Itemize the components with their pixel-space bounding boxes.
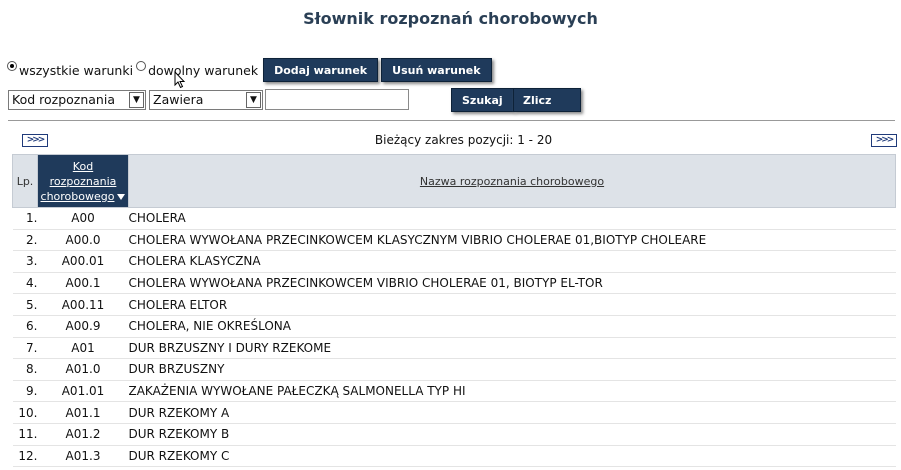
row-name: CHOLERA xyxy=(128,207,896,230)
row-lp: 7. xyxy=(12,337,38,360)
row-lp: 12. xyxy=(12,445,38,468)
table-row[interactable]: 8. A01.0 DUR BRZUSZNY xyxy=(12,358,896,381)
table-row[interactable]: 12. A01.3 DUR RZEKOMY C xyxy=(12,445,896,468)
row-name: CHOLERA WYWOŁANA PRZECINKOWCEM VIBRIO CH… xyxy=(128,272,896,295)
row-name: ZAKAŻENIA WYWOŁANE PAŁECZKĄ SALMONELLA T… xyxy=(128,380,896,403)
row-name: CHOLERA ELTOR xyxy=(128,293,896,316)
table-row[interactable]: 9. A01.01 ZAKAŻENIA WYWOŁANE PAŁECZKĄ SALM… xyxy=(12,380,896,403)
row-lp: 6. xyxy=(12,315,38,338)
row-lp: 2. xyxy=(12,229,38,252)
row-lp: 9. xyxy=(12,380,38,403)
row-lp: 11. xyxy=(12,423,38,446)
row-name: CHOLERA WYWOŁANA PRZECINKOWCEM KLASYCZNY… xyxy=(128,229,896,252)
table-row[interactable]: 3. A00.01 CHOLERA KLASYCZNA xyxy=(12,250,896,273)
mouse-cursor-icon xyxy=(174,71,186,89)
table-row[interactable]: 11. A01.2 DUR RZEKOMY B xyxy=(12,423,896,446)
table-row[interactable]: 4. A00.1 CHOLERA WYWOŁANA PRZECINKOWCEM VI… xyxy=(12,272,896,295)
kod-header-line3[interactable]: chorobowego xyxy=(41,190,115,203)
table-row[interactable]: 5. A00.11 CHOLERA ELTOR xyxy=(12,293,896,316)
row-kod: A00.1 xyxy=(37,272,129,295)
add-condition-button[interactable]: Dodaj warunek xyxy=(263,58,379,82)
row-kod: A01.01 xyxy=(37,380,129,403)
row-kod: A00.01 xyxy=(37,250,129,273)
radio-any-condition[interactable] xyxy=(136,61,147,71)
column-header-kod[interactable]: Kod rozpoznania chorobowego xyxy=(37,154,129,208)
row-lp: 8. xyxy=(12,358,38,381)
row-kod: A01.2 xyxy=(37,423,129,446)
row-name: CHOLERA KLASYCZNA xyxy=(128,250,896,273)
field-select[interactable]: Kod rozpoznania ▼ xyxy=(8,90,146,110)
pager-next-button[interactable]: >>> xyxy=(871,134,897,147)
row-lp: 5. xyxy=(12,293,38,316)
field-select-value: Kod rozpoznania xyxy=(12,92,115,107)
row-name: DUR RZEKOMY B xyxy=(128,423,896,446)
table-row[interactable]: 1. A00 CHOLERA xyxy=(12,207,896,230)
search-value-input[interactable] xyxy=(265,89,409,110)
radio-all-conditions[interactable] xyxy=(7,61,17,71)
table-row[interactable]: 2. A00.0 CHOLERA WYWOŁANA PRZECINKOWCEM KL… xyxy=(12,229,896,252)
search-button[interactable]: Szukaj xyxy=(451,88,514,112)
radio-any-label: dowolny warunek xyxy=(148,62,259,78)
row-lp: 3. xyxy=(12,250,38,273)
row-kod: A00.9 xyxy=(37,315,129,338)
name-header-link[interactable]: Nazwa rozpoznania chorobowego xyxy=(420,175,604,188)
kod-header-line1[interactable]: Kod xyxy=(73,160,93,173)
table-row[interactable]: 6. A00.9 CHOLERA, NIE OKREŚLONA xyxy=(12,315,896,338)
table-row[interactable]: 10. A01.1 DUR RZEKOMY A xyxy=(12,401,896,424)
sort-desc-icon xyxy=(117,193,126,200)
remove-condition-button[interactable]: Usuń warunek xyxy=(381,58,492,82)
column-header-name[interactable]: Nazwa rozpoznania chorobowego xyxy=(128,154,896,208)
row-lp: 4. xyxy=(12,272,38,295)
row-name: DUR RZEKOMY A xyxy=(128,401,896,424)
row-kod: A01 xyxy=(37,337,129,360)
page-title: Słownik rozpoznań chorobowych xyxy=(303,9,598,28)
row-name: DUR BRZUSZNY I DURY RZEKOME xyxy=(128,337,896,360)
chevron-down-icon[interactable]: ▼ xyxy=(129,92,144,108)
row-name: DUR BRZUSZNY xyxy=(128,358,896,381)
operator-select-value: Zawiera xyxy=(153,92,204,107)
row-kod: A01.1 xyxy=(37,401,129,424)
table-row[interactable]: 7. A01 DUR BRZUSZNY I DURY RZEKOME xyxy=(12,337,896,360)
radio-all-label: wszystkie warunki xyxy=(19,62,134,78)
row-kod: A00 xyxy=(37,207,129,230)
row-kod: A01.0 xyxy=(37,358,129,381)
kod-header-line2[interactable]: rozpoznania xyxy=(50,175,117,188)
diagnosis-table: Lp. Kod rozpoznania chorobowego Nazwa ro… xyxy=(12,154,896,468)
row-name: DUR RZEKOMY C xyxy=(128,445,896,468)
condition-mode-bar: wszystkie warunki dowolny warunek Dodaj … xyxy=(7,57,492,83)
row-lp: 1. xyxy=(12,207,38,230)
row-kod: A00.0 xyxy=(37,229,129,252)
count-records-button[interactable]: Zlicz rekordy xyxy=(513,88,581,131)
row-kod: A00.11 xyxy=(37,293,129,316)
row-name: CHOLERA, NIE OKREŚLONA xyxy=(128,315,896,338)
operator-select[interactable]: Zawiera ▼ xyxy=(149,90,263,110)
column-header-lp: Lp. xyxy=(12,154,38,208)
range-text: Bieżący zakres pozycji: 1 - 20 xyxy=(374,133,553,147)
chevron-down-icon[interactable]: ▼ xyxy=(246,92,261,108)
divider xyxy=(8,120,895,121)
row-kod: A01.3 xyxy=(37,445,129,468)
row-lp: 10. xyxy=(12,401,38,424)
